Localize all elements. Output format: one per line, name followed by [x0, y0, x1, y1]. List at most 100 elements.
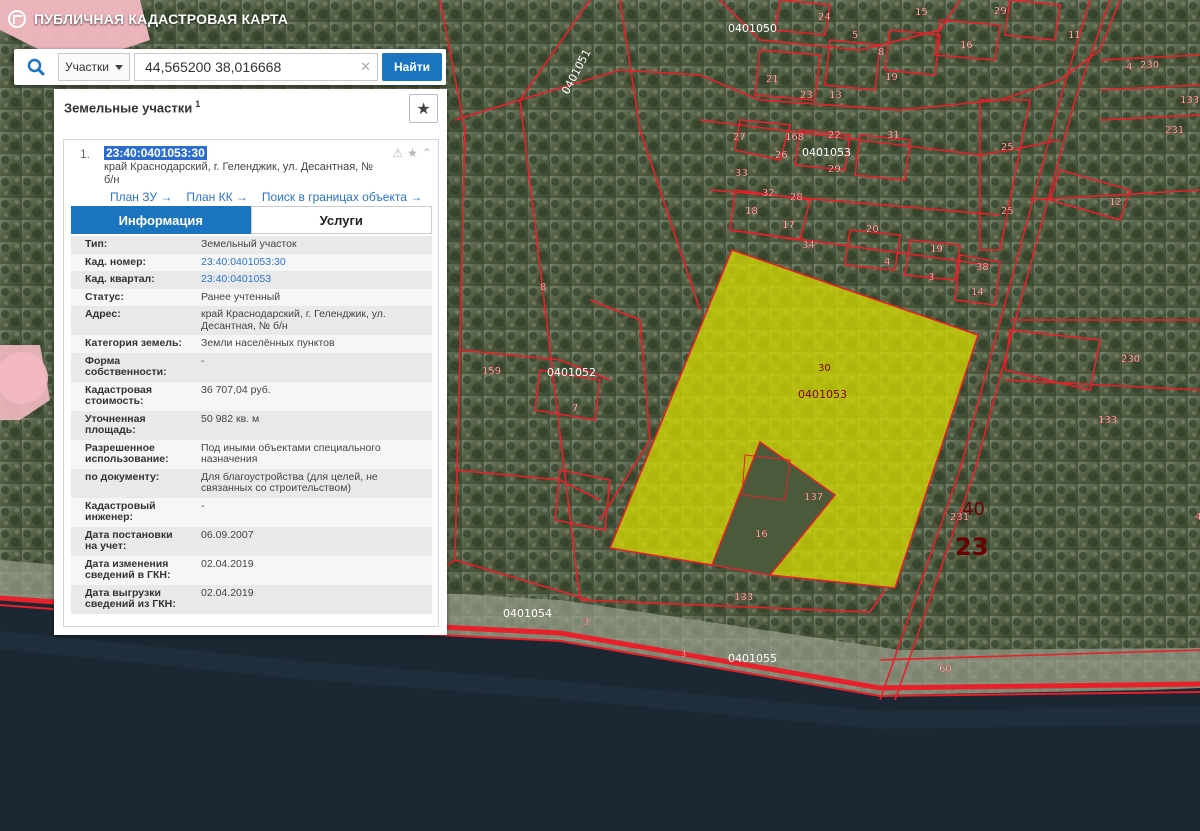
info-value: Под иными объектами специального назначе…: [201, 441, 381, 465]
result-tools: ⚠ ★ ⌃: [392, 146, 432, 160]
info-value: 36 707,04 руб.: [201, 383, 271, 396]
plot-number: 12: [1109, 197, 1122, 208]
plot-number: 27: [733, 132, 746, 143]
info-row: Тип: Земельный участок: [71, 236, 432, 254]
plot-number: 8: [878, 47, 884, 58]
plot-number: 16: [960, 40, 973, 51]
info-value: край Краснодарский, г. Геленджик, ул. Де…: [201, 308, 386, 332]
info-row: Статус: Ранее учтенный: [71, 288, 432, 306]
favorite-button[interactable]: ★: [409, 94, 438, 123]
search-input-wrap: ✕: [134, 53, 379, 81]
result-count: 1: [195, 99, 201, 109]
plot-number: 230: [1121, 354, 1140, 365]
plot-number: 22: [828, 130, 841, 141]
info-key: Дата постановки на учет:: [85, 528, 173, 552]
district-label-23: 23: [955, 533, 988, 561]
info-value: -: [201, 499, 205, 512]
plot-number: 31: [887, 130, 900, 141]
info-key: Тип:: [85, 238, 108, 250]
info-value: 02.04.2019: [201, 557, 254, 570]
plot-number: 15: [915, 7, 928, 18]
result-cadnum[interactable]: 23:40:0401053:30: [104, 146, 207, 160]
link-plan-kk[interactable]: План КК →: [186, 190, 248, 204]
info-value: Ранее учтенный: [201, 290, 281, 303]
warning-icon[interactable]: ⚠: [392, 146, 403, 160]
info-row: Кад. номер: 23:40:0401053:30: [71, 253, 432, 272]
quarter-label: 0401054: [503, 607, 552, 620]
info-key: Уточненная площадь:: [85, 412, 146, 436]
search-type-select[interactable]: Участки: [58, 53, 130, 81]
info-value-link[interactable]: 23:40:0401053:30: [189, 254, 432, 272]
star-icon: ★: [416, 100, 431, 118]
search-type-label: Участки: [65, 60, 109, 74]
plot-number: 4: [1126, 62, 1132, 73]
plot-number: 231: [1165, 125, 1184, 136]
star-icon[interactable]: ★: [407, 146, 418, 160]
plot-number: 7: [572, 403, 578, 414]
plot-number: 33: [735, 168, 748, 179]
info-row: Дата выгрузки сведений из ГКН: 02.04.2019: [71, 584, 432, 614]
plot-number: 8: [540, 282, 546, 293]
tab-information[interactable]: Информация: [71, 206, 251, 234]
info-key: Форма собственности:: [85, 354, 167, 378]
link-search-in-bounds[interactable]: Поиск в границах объекта →: [262, 190, 422, 204]
info-row: Адрес: край Краснодарский, г. Геленджик, …: [71, 306, 432, 335]
info-row: Дата изменения сведений в ГКН: 02.04.2019: [71, 555, 432, 585]
info-key: Категория земель:: [85, 337, 182, 349]
info-key: Адрес:: [85, 308, 121, 320]
info-value: 02.04.2019: [201, 586, 254, 599]
plot-number: 11: [1068, 30, 1081, 41]
info-row: Кадастровая стоимость: 36 707,04 руб.: [71, 381, 432, 411]
info-row: по документу: Для благоустройства (для це…: [71, 468, 432, 498]
selected-plot-number: 30: [818, 363, 831, 374]
panel-title-text: Земельные участки: [64, 100, 193, 116]
plot-number: 19: [885, 72, 898, 83]
info-key: Кад. квартал:: [85, 273, 155, 285]
plot-number: 26: [775, 150, 788, 161]
plot-number: 29: [828, 164, 841, 175]
result-summary: 1. 23:40:0401053:30 край Краснодарский, …: [64, 140, 438, 186]
link-plan-zu[interactable]: План ЗУ →: [110, 190, 172, 204]
info-value: Земли населённых пунктов: [201, 337, 335, 349]
plot-number: 18: [745, 206, 758, 217]
info-value: Земельный участок: [201, 238, 297, 250]
find-button[interactable]: Найти: [382, 53, 442, 81]
clear-icon[interactable]: ✕: [360, 59, 371, 75]
results-panel: Земельные участки 1 ★ 1. 23:40:0401053:30…: [54, 89, 447, 635]
info-key: Кадастровый инженер:: [85, 499, 156, 523]
info-value-link[interactable]: 23:40:0401053: [189, 271, 432, 289]
result-index: 1.: [80, 147, 91, 161]
plot-number: 137: [804, 492, 823, 503]
plot-number: 24: [818, 12, 831, 23]
plot-number: 3: [583, 617, 589, 628]
search-icon[interactable]: [18, 53, 54, 81]
tab-services[interactable]: Услуги: [250, 206, 432, 234]
info-value: 06.09.2007: [201, 528, 254, 541]
quarter-label: 0401055: [728, 652, 777, 665]
info-row: Категория земель: Земли населённых пункто…: [71, 335, 432, 353]
info-key: Кадастровая стоимость:: [85, 383, 152, 407]
result-address: край Краснодарский, г. Геленджик, ул. Де…: [104, 161, 374, 186]
info-table: Тип: Земельный участок Кад. номер: 23:40:04…: [71, 236, 432, 614]
info-value: -: [201, 354, 205, 367]
plot-number: 17: [782, 220, 795, 231]
collapse-icon[interactable]: ⌃: [422, 146, 432, 160]
plot-number: 4: [884, 257, 890, 268]
plot-number: 133: [734, 592, 753, 603]
info-row: Кад. квартал: 23:40:0401053: [71, 271, 432, 289]
chevron-down-icon: [115, 64, 123, 70]
info-key: Дата выгрузки сведений из ГКН:: [85, 586, 176, 610]
plot-number: 23: [800, 90, 813, 101]
plot-number: 60: [939, 664, 952, 675]
quarter-label: 0401053: [802, 146, 851, 159]
panel-title: Земельные участки 1: [64, 99, 437, 115]
plot-number: 5: [852, 30, 858, 41]
plot-number: 13: [829, 90, 842, 101]
info-row: Уточненная площадь: 50 982 кв. м: [71, 410, 432, 440]
search-bar: Участки ✕ Найти: [14, 49, 446, 85]
plot-number: 38: [976, 262, 989, 273]
search-input[interactable]: [134, 53, 379, 81]
plot-number: 168: [785, 132, 804, 143]
plot-number: 32: [762, 188, 775, 199]
quarter-label: 0401052: [547, 366, 596, 379]
